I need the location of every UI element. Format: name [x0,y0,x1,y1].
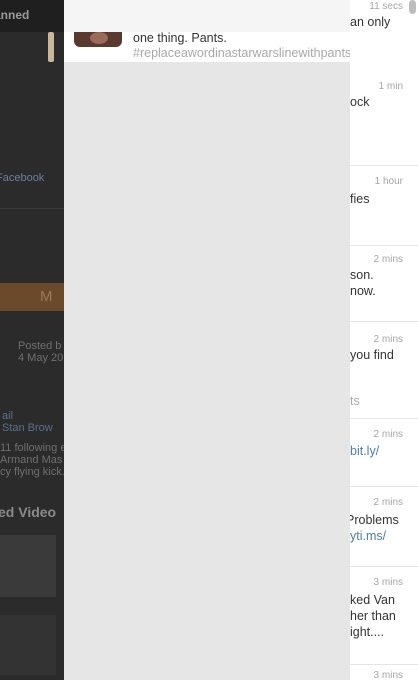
tweet-text: Problems [350,513,399,527]
tweet-link[interactable]: yti.ms/ [350,529,386,543]
tweet-item[interactable]: 2 mins bit.ly/ [350,418,418,487]
tweet-time: 2 mins [373,254,403,265]
tweet-item[interactable]: 2 mins son. now. [350,245,418,322]
background-line-1: 11 following e [0,442,64,454]
background-related-heading: ed Video [0,504,57,520]
tweet-item[interactable]: 1 hour fies [350,165,418,246]
tweet-text: ked Van [350,593,395,607]
tweet-item[interactable]: 3 mins ked Van her than ight.... [350,566,418,665]
tweet-item[interactable]: 1 min ock [350,62,418,165]
background-divider [0,208,64,209]
tweet-text: son. [350,268,374,282]
avatar[interactable] [74,32,122,47]
background-line-3: cy flying kick. [0,466,64,478]
tweet-time: 2 mins [373,334,403,345]
overlay-panel [64,0,350,680]
overlay-header [64,0,350,32]
tweet-link[interactable]: bit.ly/ [350,444,379,458]
tweet-text: an only [350,15,391,29]
tweet-text: ight.... [350,625,385,639]
tweet-time: 11 secs [369,1,403,12]
background-line-2: Armand Mas [0,454,63,466]
background-date: 4 May 20 [18,352,64,364]
tweet-time: 2 mins [373,497,403,508]
background-posted-by: Posted b [18,340,62,352]
tweet-text: you find [350,348,394,362]
tweet-hashtag[interactable]: #replaceawordinastarwarslinewithpants [133,46,351,60]
tweet-text: ock [350,95,370,109]
background-video-thumb[interactable] [0,615,56,675]
tweet-time: 3 mins [373,577,403,588]
tweet-time: 3 mins [373,670,403,680]
background-link-1[interactable]: ail [2,410,13,422]
tweet-list: 11 secs an only 1 min ock 1 hour fies 2 … [350,0,418,680]
tweet-text: her than [350,609,396,623]
background-facebook-text[interactable]: Facebook [0,172,44,184]
tweet-item[interactable]: 2 mins Problems yti.ms/ [350,486,418,567]
tweet-item[interactable]: 3 mins [350,664,418,680]
tweet-text: fies [350,192,370,206]
tweet-item[interactable]: 11 secs an only [350,0,418,62]
background-video-thumb[interactable] [0,535,56,597]
tweet-hashtag[interactable]: ts [350,394,360,408]
tweet-text: now. [350,284,376,298]
background-page: anned Facebook M Posted b 4 May 20 ail S… [0,0,64,680]
background-topbar: anned [0,0,64,32]
background-banner-text: M [40,288,53,305]
tweet-time: 1 min [378,81,403,92]
background-scroll-marker [48,32,54,62]
tweet-time: 1 hour [374,176,403,187]
tweet-item[interactable]: 2 mins you find ts [350,321,418,419]
tweet-time: 2 mins [373,429,403,440]
background-topbar-text: anned [0,8,30,22]
background-link-2[interactable]: Stan Brow [2,422,53,434]
tweet-text: one thing. Pants. [133,31,227,45]
background-banner: M [0,283,64,311]
